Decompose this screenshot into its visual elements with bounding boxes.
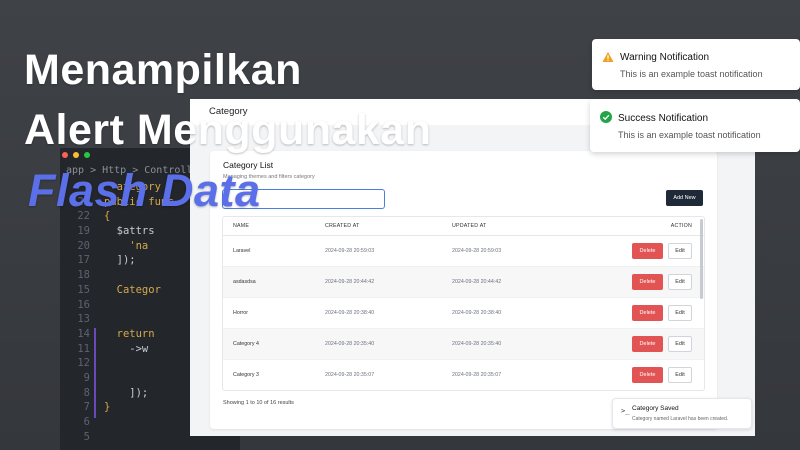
category-card: Category List Managing themes and filter… (210, 151, 717, 429)
success-toast-title: Success Notification (618, 113, 709, 124)
column-header-action: ACTION (670, 223, 692, 229)
row-actions: Delete Edit (632, 274, 692, 290)
category-table: NAME CREATED AT UPDATED AT ACTION Larave… (222, 216, 705, 391)
line-number: 13 (77, 313, 90, 326)
pagination-summary: Showing 1 to 10 of 16 results (223, 400, 294, 406)
row-actions: Delete Edit (632, 243, 692, 259)
table-scrollbar[interactable] (700, 219, 703, 299)
table-row: Horror 2024-09-28 20:38:40 2024-09-28 20:3… (223, 298, 704, 329)
cell-created-at: 2024-09-28 20:35:07 (325, 372, 375, 378)
line-number: 19 (77, 225, 90, 238)
warning-toast[interactable]: Warning Notification This is an example … (592, 39, 800, 90)
line-number: 14 (77, 327, 90, 340)
code-text: } (104, 401, 111, 414)
table-row: Category 4 2024-09-28 20:35:40 2024-09-28 … (223, 329, 704, 360)
gutter-change-marker (94, 328, 96, 418)
column-header-created: CREATED AT (325, 223, 360, 229)
warning-toast-message: This is an example toast notification (620, 69, 763, 79)
warning-toast-title: Warning Notification (620, 52, 710, 63)
column-header-name: NAME (233, 223, 250, 229)
warning-icon (602, 52, 614, 62)
delete-button[interactable]: Delete (632, 367, 663, 383)
cell-updated-at: 2024-09-28 20:44:42 (452, 279, 502, 285)
cell-updated-at: 2024-09-28 20:35:07 (452, 372, 502, 378)
table-row: Laravel 2024-09-28 20:59:03 2024-09-28 20:… (223, 236, 704, 267)
headline-line-1: Menampilkan (24, 46, 302, 94)
code-text: 'na (104, 239, 149, 252)
cell-created-at: 2024-09-28 20:38:40 (325, 310, 375, 316)
edit-button[interactable]: Edit (668, 305, 692, 321)
headline-line-3: Flash Data (28, 165, 261, 216)
success-toast-message: This is an example toast notification (618, 130, 761, 140)
check-circle-icon (600, 111, 612, 123)
line-number: 11 (77, 342, 90, 355)
table-header: NAME CREATED AT UPDATED AT ACTION (223, 217, 704, 236)
cell-updated-at: 2024-09-28 20:38:40 (452, 310, 502, 316)
cell-name: Horror (233, 310, 249, 316)
cell-name: Laravel (233, 248, 251, 254)
category-saved-toast[interactable]: >_ Category Saved Category named Laravel… (612, 398, 752, 429)
line-number: 7 (83, 401, 90, 414)
saved-toast-message: Category named Laravel has been created. (632, 416, 729, 422)
row-actions: Delete Edit (632, 336, 692, 352)
headline-line-2: Alert Menggunakan (24, 106, 432, 154)
add-new-button[interactable]: Add New (666, 190, 703, 206)
line-number: 18 (77, 269, 90, 282)
code-text: ]); (104, 254, 136, 267)
line-number: 5 (83, 430, 90, 443)
edit-button[interactable]: Edit (668, 367, 692, 383)
line-number: 6 (83, 416, 90, 428)
code-text: ->w (104, 342, 149, 355)
line-number: 17 (77, 254, 90, 267)
line-number: 20 (77, 239, 90, 252)
delete-button[interactable]: Delete (632, 274, 663, 290)
column-header-updated: UPDATED AT (452, 223, 487, 229)
cell-created-at: 2024-09-28 20:44:42 (325, 279, 375, 285)
row-actions: Delete Edit (632, 367, 692, 383)
delete-button[interactable]: Delete (632, 336, 663, 352)
code-text: return (104, 327, 155, 340)
code-text: Categor (104, 283, 161, 296)
table-body: Laravel 2024-09-28 20:59:03 2024-09-28 20:… (223, 236, 704, 390)
table-row: asdasdsa 2024-09-28 20:44:42 2024-09-28 20… (223, 267, 704, 298)
cell-name: Category 3 (233, 372, 259, 378)
row-actions: Delete Edit (632, 305, 692, 321)
line-number: 9 (83, 371, 90, 384)
cell-created-at: 2024-09-28 20:35:40 (325, 341, 375, 347)
table-row: Category 3 2024-09-28 20:35:07 2024-09-28 … (223, 360, 704, 390)
success-toast[interactable]: Success Notification This is an example … (590, 99, 800, 152)
cell-updated-at: 2024-09-28 20:59:03 (452, 248, 502, 254)
terminal-icon: >_ (621, 407, 630, 415)
saved-toast-title: Category Saved (632, 405, 679, 412)
cell-created-at: 2024-09-28 20:59:03 (325, 248, 375, 254)
line-number: 12 (77, 357, 90, 370)
code-text: $attrs (104, 225, 155, 238)
delete-button[interactable]: Delete (632, 305, 663, 321)
edit-button[interactable]: Edit (668, 274, 692, 290)
line-number: 8 (83, 386, 90, 399)
edit-button[interactable]: Edit (668, 336, 692, 352)
cell-updated-at: 2024-09-28 20:35:40 (452, 341, 502, 347)
cell-name: Category 4 (233, 341, 259, 347)
line-number: 15 (77, 283, 90, 296)
cell-name: asdasdsa (233, 279, 256, 285)
code-text: ]); (104, 386, 149, 399)
delete-button[interactable]: Delete (632, 243, 663, 259)
line-number: 16 (77, 298, 90, 311)
edit-button[interactable]: Edit (668, 243, 692, 259)
